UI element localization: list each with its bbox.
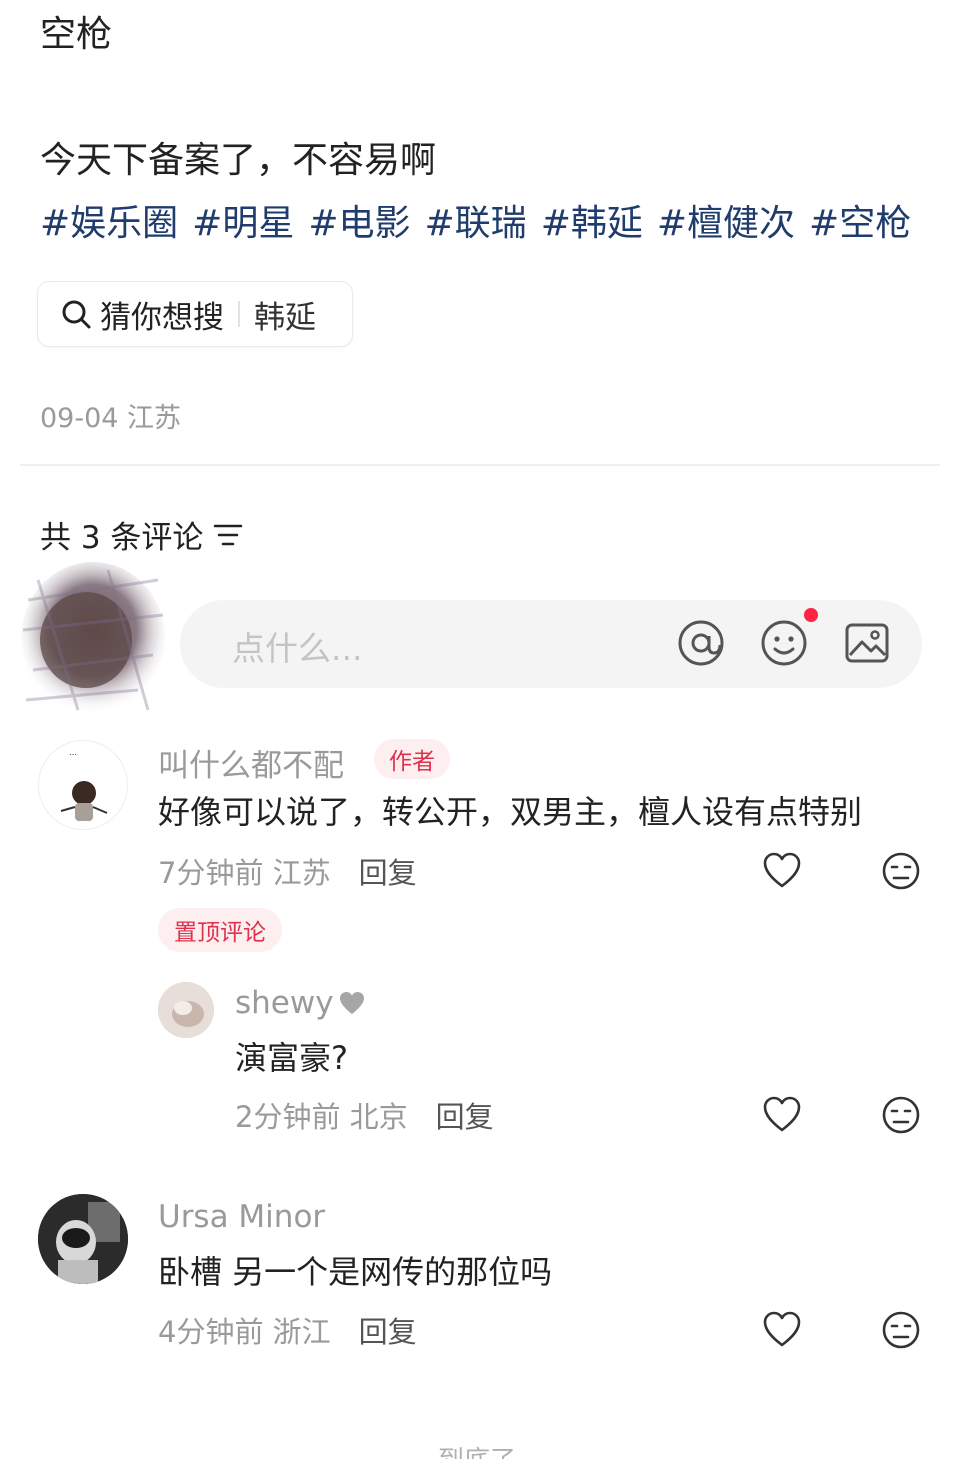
tag-list: #娱乐圈 #明星 #电影 #联瑞 #韩延 #檀健次 #空枪 [40,200,911,248]
guess-search-chip[interactable]: 猜你想搜 韩延 [37,281,353,347]
end-of-list: 到底了 [438,1440,516,1459]
dislike-face-icon[interactable] [881,851,921,891]
comment-author[interactable]: 叫什么都不配 [158,740,344,785]
filter-icon[interactable] [213,522,243,548]
divider [20,464,940,466]
post-title: 空枪 [40,14,113,55]
comment-count-header: 共 3 条评论 [40,512,243,557]
like-icon[interactable] [762,851,802,891]
chip-divider [238,301,240,327]
heart-icon [339,992,364,1014]
commenter-avatar[interactable]: … [38,740,128,830]
tag-item[interactable]: #电影 [308,200,410,248]
post-meta: 09-04 江苏 [40,403,182,434]
reply-author-row: shewy [235,985,366,1021]
comment-count: 共 3 条评论 [40,520,204,556]
at-icon[interactable] [676,618,726,668]
reply-button[interactable]: 回复 [436,1094,494,1136]
tag-item[interactable]: #联瑞 [425,200,527,248]
comment-input-placeholder: 点什么... [232,629,363,668]
guess-label: 猜你想搜 [100,299,224,336]
tag-item[interactable]: #空枪 [809,200,911,248]
comment-meta-row: 7分钟前 江苏 回复 [158,850,417,892]
tag-item[interactable]: #明星 [192,200,294,248]
tag-item[interactable]: #娱乐圈 [40,200,178,248]
comment-meta: 4分钟前 浙江 [158,1315,331,1349]
reply-author[interactable]: shewy [235,985,334,1021]
reply-meta: 2分钟前 北京 [235,1100,408,1134]
tag-item[interactable]: #韩延 [541,200,643,248]
pinned-badge: 置顶评论 [158,908,282,952]
post-body: 今天下备案了，不容易啊 [40,140,437,181]
reply-author-avatar[interactable] [158,982,214,1038]
reply-button[interactable]: 回复 [359,1309,417,1351]
author-badge: 作者 [374,739,450,779]
like-icon[interactable] [762,1310,802,1350]
notification-dot [804,608,818,622]
comment-meta-row: 4分钟前 浙江 回复 [158,1309,417,1351]
reply-text: 演富豪? [235,1039,348,1077]
comment-text: 好像可以说了，转公开，双男主，檀人设有点特别 [158,793,863,831]
reply-button[interactable]: 回复 [359,850,417,892]
svg-text:…: … [69,748,77,757]
guess-query: 韩延 [254,299,316,336]
dislike-face-icon[interactable] [881,1095,921,1135]
comment-author[interactable]: Ursa Minor [158,1199,325,1235]
comment-meta: 7分钟前 江苏 [158,856,331,890]
tag-item[interactable]: #檀健次 [657,200,795,248]
comment-text: 卧槽 另一个是网传的那位吗 [158,1253,553,1291]
like-icon[interactable] [762,1095,802,1135]
commenter-avatar[interactable] [38,1194,128,1284]
image-icon[interactable] [842,618,892,668]
emoji-icon[interactable] [759,618,809,668]
current-user-avatar[interactable] [18,560,168,720]
dislike-face-icon[interactable] [881,1310,921,1350]
search-icon [62,300,91,329]
reply-meta-row: 2分钟前 北京 回复 [235,1094,494,1136]
